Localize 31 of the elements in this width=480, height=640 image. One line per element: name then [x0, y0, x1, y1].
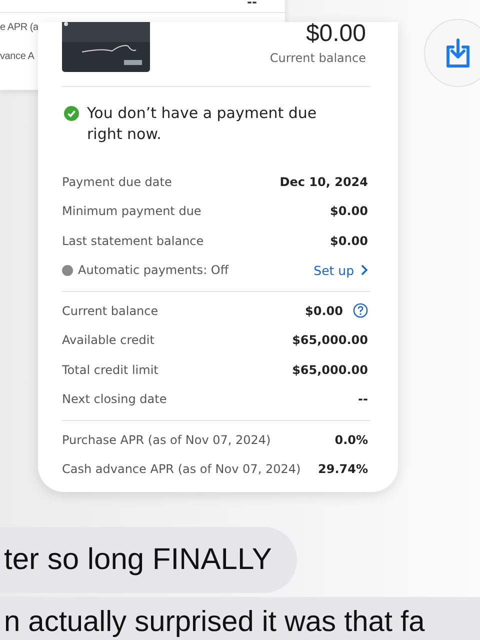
- row-value: $0.00: [330, 204, 368, 218]
- row-label: Current balance: [62, 304, 158, 318]
- chevron-icon: [360, 264, 368, 276]
- row-value: $0.00: [305, 304, 343, 318]
- row-value: 29.74%: [318, 462, 368, 476]
- message-bubble: n actually surprised it was that fa: [0, 597, 480, 640]
- row-label: Minimum payment due: [62, 204, 202, 218]
- row-label: Payment due date: [62, 174, 172, 189]
- row-label: Cash advance APR (as of Nov 07, 2024): [62, 462, 301, 476]
- row-label: Next closing date: [62, 392, 167, 406]
- balance-amount: $0.00: [306, 22, 366, 46]
- row-value: $65,000.00: [292, 362, 368, 377]
- row-value: Dec 10, 2024: [280, 174, 368, 189]
- row-label: vance A: [0, 51, 34, 62]
- row-label: Available credit: [62, 333, 154, 348]
- row-value: --: [358, 392, 368, 406]
- row-value: $0.00: [330, 234, 368, 248]
- row-label: Last statement balance: [62, 234, 204, 248]
- row-value: 0.0%: [334, 432, 368, 447]
- row-label: Automatic payments: Off: [78, 263, 229, 278]
- download-button[interactable]: [424, 19, 480, 87]
- message-bubble: ter so long FINALLY: [0, 527, 297, 593]
- help-icon[interactable]: [353, 303, 368, 318]
- row-label: Purchase APR (as of Nov 07, 2024): [62, 432, 271, 447]
- row-value: $65,000.00: [292, 333, 368, 348]
- row-label: Total credit limit: [62, 362, 158, 377]
- row-label: e APR (a: [0, 22, 38, 33]
- balance-label: Current balance: [270, 51, 366, 65]
- set-up-link[interactable]: Set up: [314, 262, 368, 278]
- payment-notice: You don’t have a payment due right now.: [87, 103, 317, 145]
- row-value: --: [247, 0, 257, 9]
